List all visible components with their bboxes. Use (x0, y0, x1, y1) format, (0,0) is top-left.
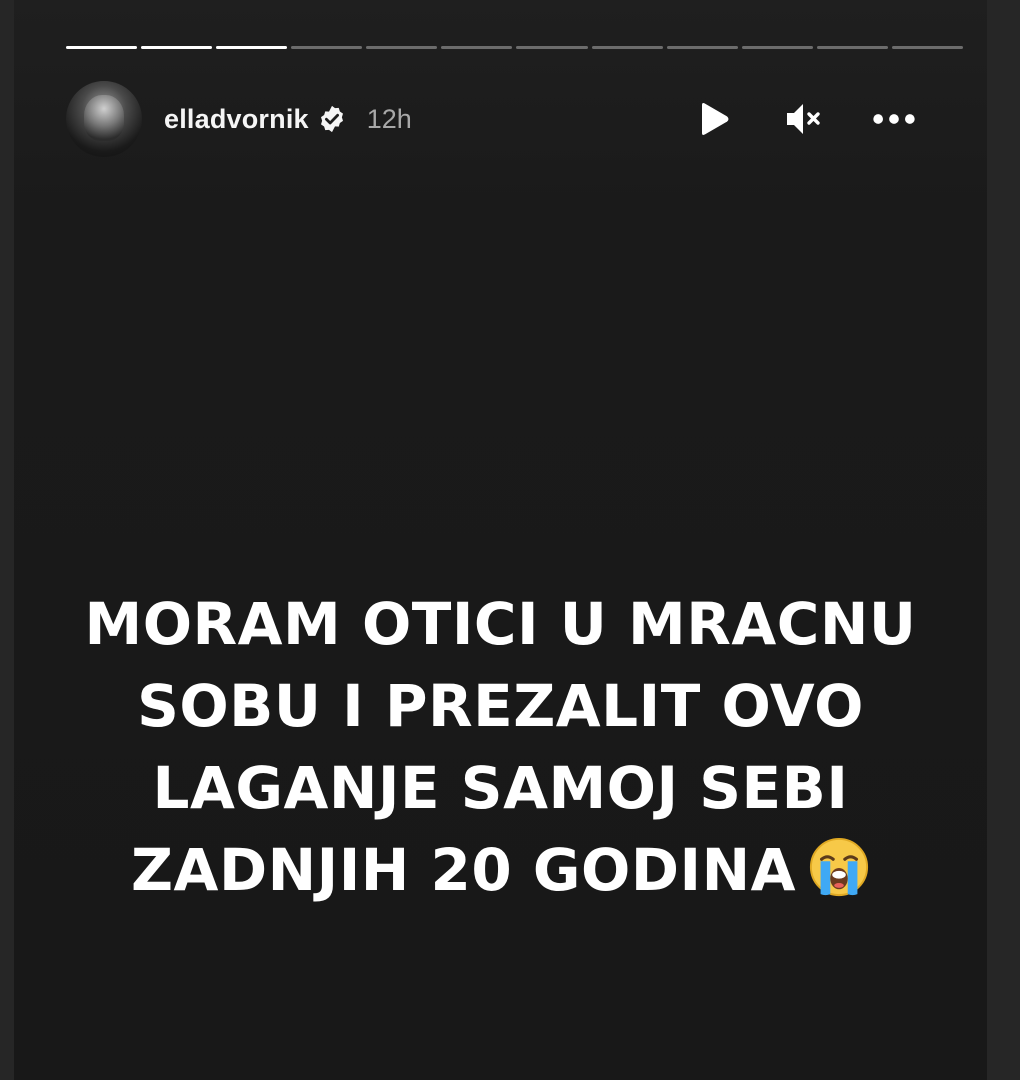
post-time: 12h (366, 103, 412, 134)
play-button[interactable] (692, 97, 736, 141)
progress-segment (591, 46, 663, 49)
progress-segment (141, 46, 213, 49)
progress-segment (66, 46, 138, 49)
avatar-photo (84, 95, 124, 141)
story-viewer-page: elladvornik 12h MORAM OTICI U MRACNU SOB… (0, 0, 1020, 1080)
muted-speaker-icon (787, 104, 820, 134)
story-frame[interactable]: elladvornik 12h MORAM OTICI U MRACNU SOB… (14, 0, 987, 1080)
caption-line: LAGANJE SAMOJ SEBI (152, 754, 849, 822)
progress-segment (816, 46, 888, 49)
more-options-icon (873, 114, 915, 124)
caption-line-text: ZADNJIH 20 GODINA (131, 836, 796, 904)
story-caption: MORAM OTICI U MRACNU SOBU I PREZALIT OVO… (74, 583, 927, 911)
verified-badge-icon (317, 104, 347, 134)
progress-segment (666, 46, 738, 49)
play-icon (702, 103, 729, 135)
username-link[interactable]: elladvornik (164, 104, 309, 135)
progress-segment (741, 46, 813, 49)
progress-segment (291, 46, 363, 49)
caption-line-last: ZADNJIH 20 GODINA (74, 829, 927, 911)
progress-segment (516, 46, 588, 49)
caption-line: MORAM OTICI U MRACNU (84, 590, 917, 658)
loudly-crying-face-icon (809, 837, 869, 897)
progress-segment (366, 46, 438, 49)
mute-button[interactable] (782, 97, 826, 141)
avatar[interactable] (66, 81, 142, 157)
progress-segment (891, 46, 963, 49)
story-progress-bar (66, 46, 963, 50)
story-header: elladvornik 12h (66, 80, 916, 158)
caption-line: SOBU I PREZALIT OVO (137, 672, 864, 740)
story-controls (692, 97, 916, 141)
more-options-button[interactable] (872, 97, 916, 141)
progress-segment (216, 46, 288, 49)
progress-segment (441, 46, 513, 49)
